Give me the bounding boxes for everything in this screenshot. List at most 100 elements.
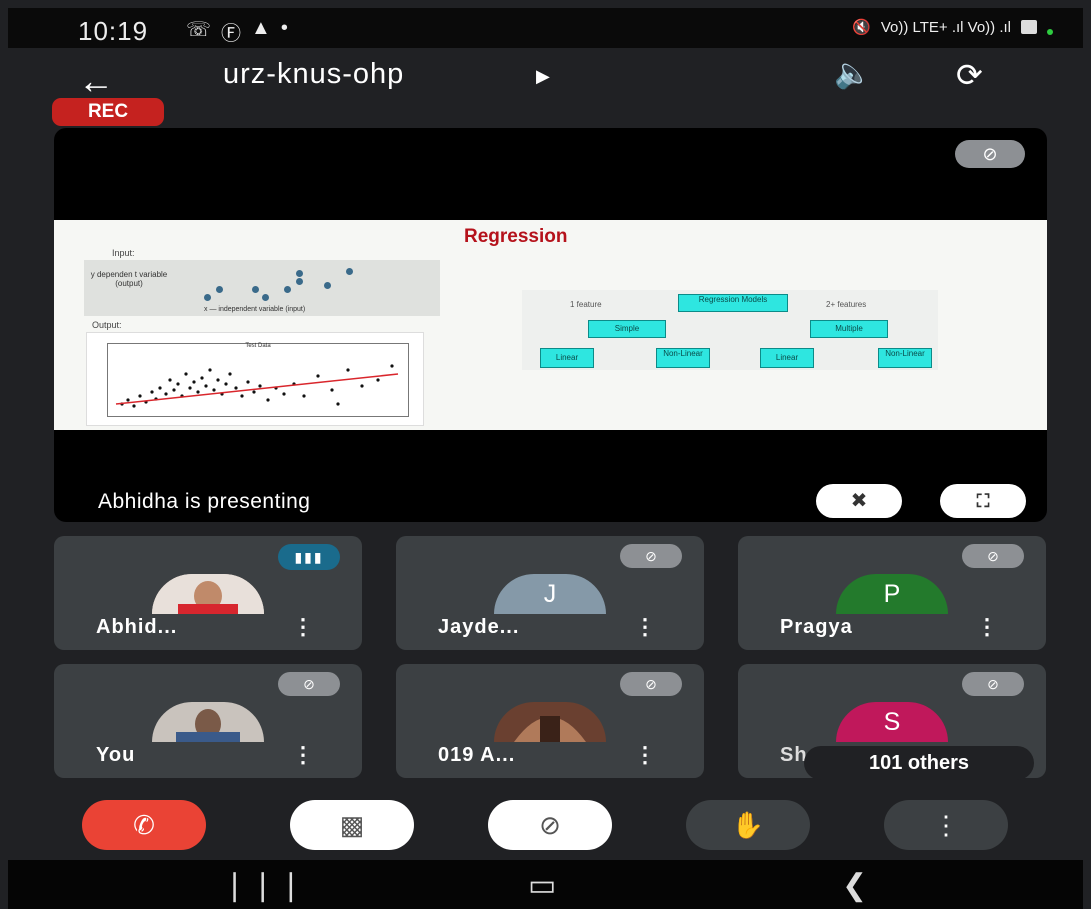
tree-leaf: Non-Linear [656, 348, 710, 368]
meeting-code[interactable]: urz-knus-ohp [223, 58, 404, 91]
scatter-point [296, 278, 303, 285]
back-arrow-icon[interactable]: ← [78, 60, 114, 102]
input-scatter: y dependen t variable (output) x — indep… [84, 260, 440, 316]
regression-plot: Test Data [107, 343, 409, 417]
output-plot: Test Data [86, 332, 424, 426]
alert-icon: ▲ [251, 17, 271, 39]
notification-icons: ☏ Ⓕ ▲ • [186, 17, 288, 46]
regression-scatter [115, 364, 399, 408]
regression-tree-diagram: Regression Models 1 feature 2+ features … [522, 290, 938, 370]
tree-simple: Simple [588, 320, 666, 338]
y-axis-label: y dependen t variable (output) [90, 270, 168, 288]
camera-toggle-button[interactable]: ▩ [290, 800, 414, 850]
more-vert-icon[interactable]: ⋮ [634, 614, 656, 640]
unpin-button[interactable]: ✖ [816, 484, 902, 518]
more-options-button[interactable]: ⋮ [884, 800, 1008, 850]
tree-left-feature: 1 feature [570, 300, 602, 309]
fullscreen-button[interactable]: ⛶ [940, 484, 1026, 518]
avatar [152, 574, 264, 614]
slide-output-label: Output: [92, 320, 122, 330]
mic-toggle-button[interactable]: ⊘ [488, 800, 612, 850]
system-icons: 🔇 Vo)) LTE+ .ıl Vo)) .ıl [852, 18, 1053, 36]
tree-right-feature: 2+ features [826, 300, 867, 309]
avatar [494, 702, 606, 742]
home-icon[interactable]: ▭ [528, 868, 556, 903]
mic-off-icon: ⊘ [539, 810, 561, 840]
more-vert-icon: ⋮ [933, 810, 959, 840]
slide-title: Regression [464, 226, 568, 247]
back-icon[interactable]: ❮ [842, 868, 867, 903]
phone-hangup-icon: ✆ [133, 810, 155, 840]
mic-off-icon: ⊘ [962, 672, 1024, 696]
speaking-indicator-icon: ▮▮▮ [278, 544, 340, 570]
participant-tile[interactable]: ⊘ 019 A... ⋮ [396, 664, 704, 778]
more-vert-icon[interactable]: ⋮ [292, 614, 314, 640]
scatter-point [324, 282, 331, 289]
slide-input-label: Input: [112, 248, 135, 258]
presentation-tile[interactable]: ⊘ Regression Input: y dependen t variabl… [54, 128, 1047, 522]
rec-badge: REC [52, 98, 164, 126]
meet-screen: 10:19 ☏ Ⓕ ▲ • 🔇 Vo)) LTE+ .ıl Vo)) .ıl ←… [8, 8, 1083, 909]
scatter-point [262, 294, 269, 301]
status-time: 10:19 [78, 16, 149, 46]
scatter-point [216, 286, 223, 293]
end-call-button[interactable]: ✆ [82, 800, 206, 850]
tree-root: Regression Models [678, 294, 788, 312]
avatar: S [836, 702, 948, 742]
caret-right-icon[interactable]: ▶ [536, 66, 550, 87]
participant-name: Pragya [780, 616, 853, 638]
plot-title: Test Data [245, 343, 271, 349]
speaker-icon[interactable]: 🔈 [834, 56, 871, 91]
battery-icon [1021, 20, 1037, 34]
b-icon: Ⓕ [221, 23, 242, 45]
tree-multiple: Multiple [810, 320, 888, 338]
vibrate-icon: 🔇 [852, 19, 871, 36]
scatter-point [346, 268, 353, 275]
avatar-photo [494, 702, 606, 742]
more-vert-icon[interactable]: ⋮ [292, 742, 314, 768]
raise-hand-button[interactable]: ✋ [686, 800, 810, 850]
status-bar: 10:19 ☏ Ⓕ ▲ • 🔇 Vo)) LTE+ .ıl Vo)) .ıl [8, 8, 1083, 48]
network-text: Vo)) LTE+ .ıl Vo)) .ıl [880, 18, 1011, 36]
more-vert-icon[interactable]: ⋮ [976, 614, 998, 640]
x-axis-label: x — independent variable (input) [204, 306, 306, 313]
avatar: P [836, 574, 948, 614]
participant-name: Abhid... [96, 616, 178, 638]
mic-off-icon: ⊘ [620, 544, 682, 568]
participant-tile[interactable]: ▮▮▮ Abhid... ⋮ [54, 536, 362, 650]
tree-leaf: Linear [540, 348, 594, 368]
whatsapp-icon: ☏ [186, 19, 212, 41]
hand-icon: ✋ [731, 810, 765, 840]
tree-leaf: Non-Linear [878, 348, 932, 368]
avatar-photo [152, 702, 264, 742]
mic-off-icon: ⊘ [955, 140, 1025, 168]
recents-icon[interactable]: ❘❘❘ [222, 868, 306, 903]
participant-name: Jayde... [438, 616, 520, 638]
scatter-point [296, 270, 303, 277]
dot-icon: • [280, 17, 288, 39]
unpin-icon: ✖ [850, 490, 868, 512]
participant-name: You [96, 744, 136, 766]
tree-leaf: Linear [760, 348, 814, 368]
scatter-point [252, 286, 259, 293]
camera-off-icon: ▩ [339, 810, 365, 840]
participant-tile[interactable]: ⊘ J Jayde... ⋮ [396, 536, 704, 650]
participant-tile[interactable]: ⊘ You ⋮ [54, 664, 362, 778]
scatter-point [204, 294, 211, 301]
participant-name: 019 A... [438, 744, 516, 766]
switch-camera-icon[interactable]: ⟳ [956, 56, 983, 94]
camera-indicator-icon [1047, 29, 1053, 35]
mic-off-icon: ⊘ [278, 672, 340, 696]
mic-off-icon: ⊘ [962, 544, 1024, 568]
mic-off-icon: ⊘ [620, 672, 682, 696]
presenter-label: Abhidha is presenting [98, 490, 311, 513]
avatar: J [494, 574, 606, 614]
others-count[interactable]: 101 others [804, 746, 1034, 780]
more-vert-icon[interactable]: ⋮ [634, 742, 656, 768]
scatter-point [284, 286, 291, 293]
participant-tile[interactable]: ⊘ P Pragya ⋮ [738, 536, 1046, 650]
android-nav-bar: ❘❘❘ ▭ ❮ [8, 860, 1083, 909]
shared-slide: Regression Input: y dependen t variable … [54, 220, 1047, 430]
fullscreen-icon: ⛶ [976, 491, 990, 511]
avatar-photo [152, 574, 264, 614]
